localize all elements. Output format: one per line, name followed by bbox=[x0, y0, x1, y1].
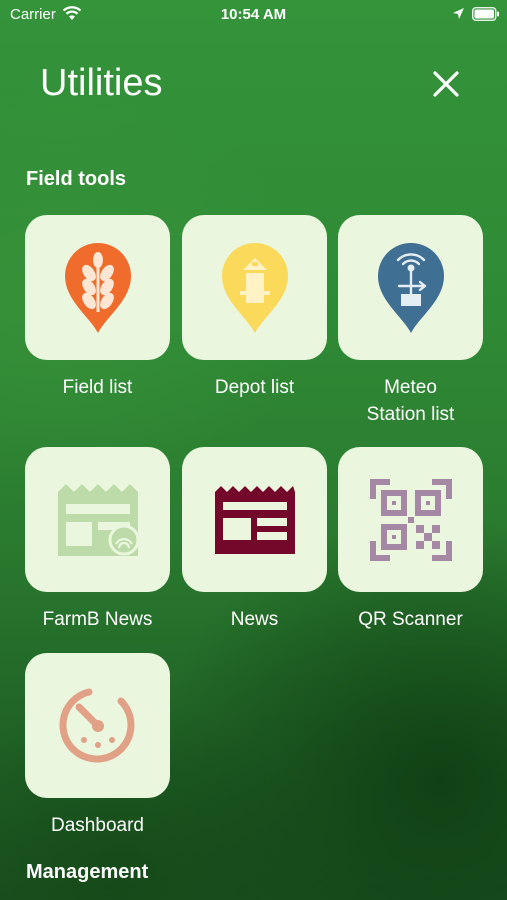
farmb-news-icon bbox=[57, 483, 139, 556]
qr-scanner-icon bbox=[369, 478, 452, 561]
field-pin-icon bbox=[64, 242, 131, 333]
dashboard-icon bbox=[59, 688, 134, 762]
location-arrow-icon bbox=[453, 8, 464, 19]
depot-pin-icon bbox=[221, 242, 288, 333]
tile-dashboard[interactable]: Dashboard bbox=[25, 653, 170, 839]
status-bar: Carrier 10:54 AM bbox=[0, 0, 507, 30]
tile-farmb-news[interactable]: FarmB News bbox=[25, 447, 170, 633]
status-time: 10:54 AM bbox=[220, 6, 287, 23]
tile-field-list-box[interactable] bbox=[25, 215, 170, 360]
tile-label: News bbox=[230, 609, 279, 630]
tile-news-box[interactable] bbox=[182, 447, 327, 592]
tile-depot-list[interactable]: Depot list bbox=[182, 215, 327, 401]
tile-news[interactable]: News bbox=[182, 447, 327, 633]
tile-label: Field list bbox=[62, 377, 133, 398]
section-title-field-tools: Field tools bbox=[26, 168, 126, 190]
tile-qr-scanner-box[interactable] bbox=[338, 447, 483, 592]
close-icon[interactable] bbox=[428, 66, 464, 102]
tile-meteo-station-list-box[interactable] bbox=[338, 215, 483, 360]
tile-label: Meteo Station list bbox=[366, 377, 455, 425]
tile-label: Depot list bbox=[214, 377, 295, 398]
tile-label: QR Scanner bbox=[358, 609, 463, 630]
battery-icon bbox=[472, 7, 499, 21]
newspaper-icon bbox=[214, 485, 295, 554]
tile-meteo-station-list[interactable]: Meteo Station list bbox=[338, 215, 483, 428]
tile-label: Dashboard bbox=[51, 815, 144, 836]
tile-label: FarmB News bbox=[42, 609, 153, 630]
tile-depot-list-box[interactable] bbox=[182, 215, 327, 360]
tile-field-list[interactable]: Field list bbox=[25, 215, 170, 401]
section-title-management: Management bbox=[26, 861, 149, 883]
tile-dashboard-box[interactable] bbox=[25, 653, 170, 798]
meteo-station-pin-icon bbox=[377, 242, 444, 333]
tile-qr-scanner[interactable]: QR Scanner bbox=[338, 447, 483, 633]
tile-farmb-news-box[interactable] bbox=[25, 447, 170, 592]
page-title: Utilities bbox=[40, 62, 163, 104]
